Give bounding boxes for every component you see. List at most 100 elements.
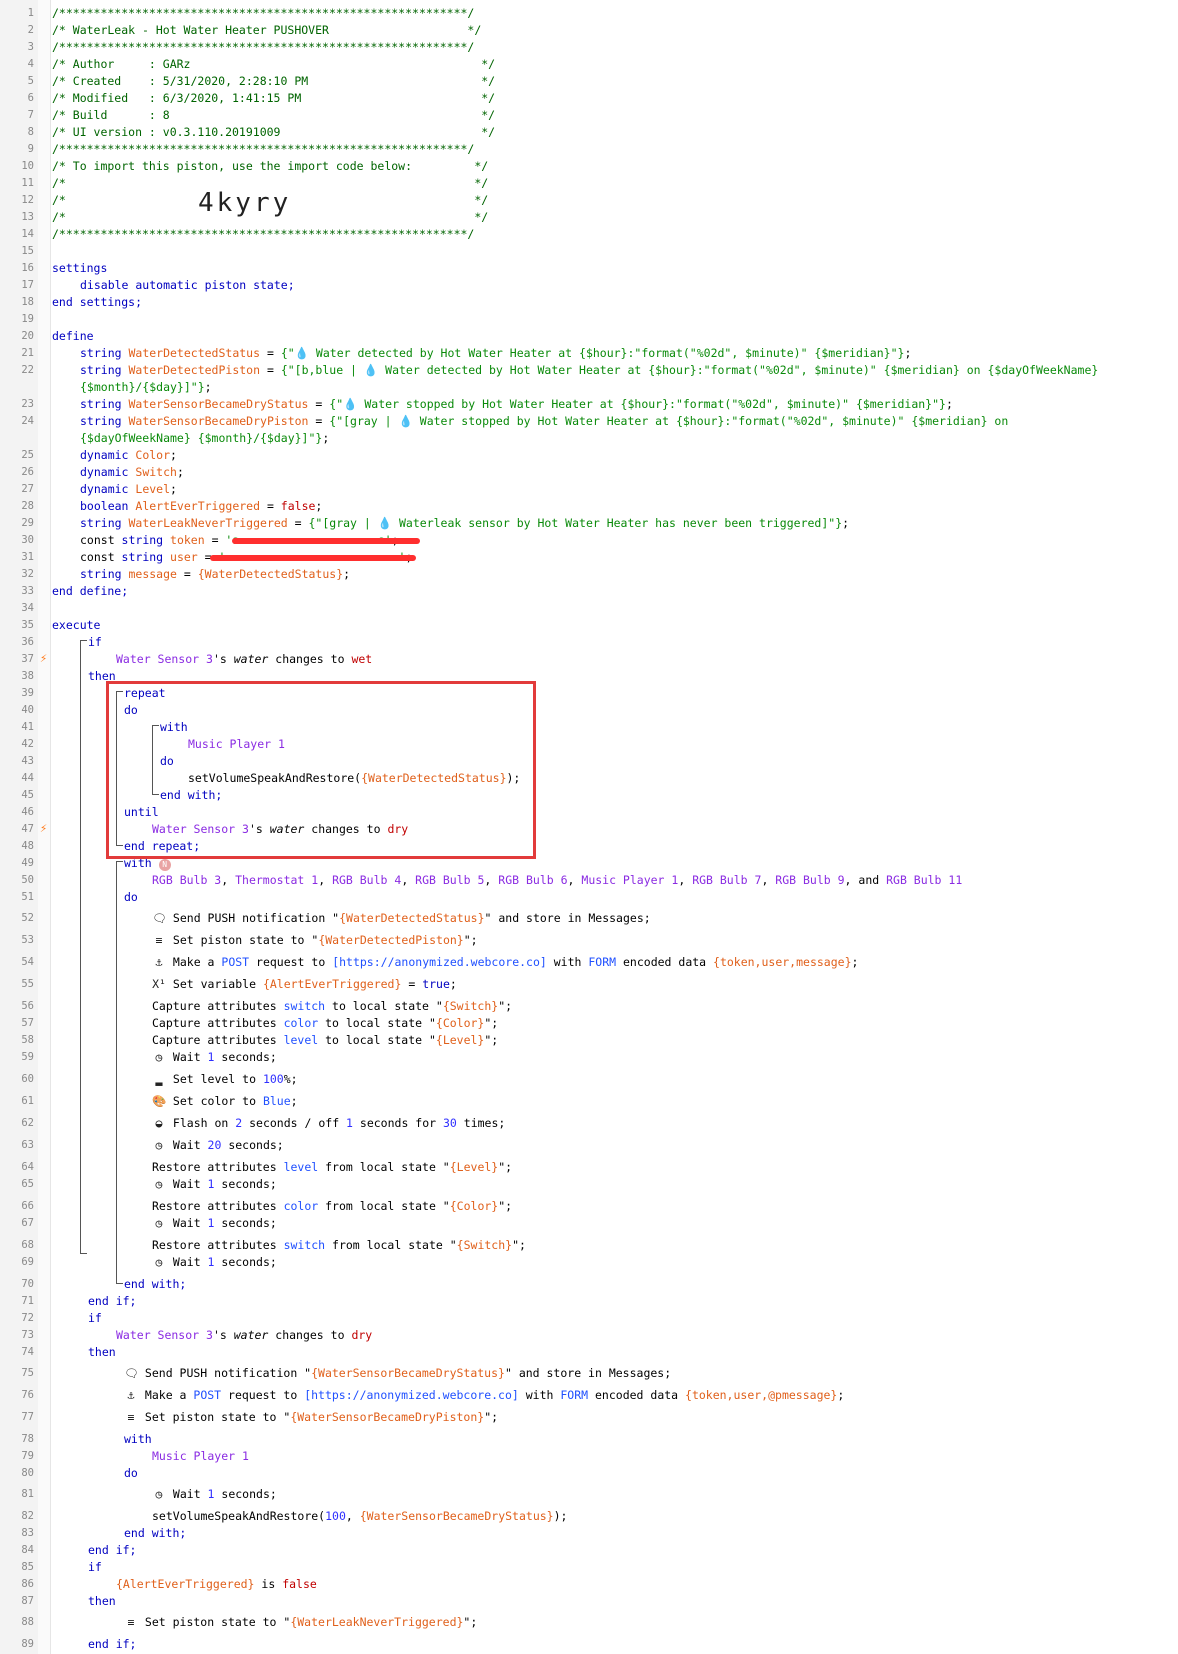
code-line: 🎨 Set color to Blue; <box>152 1094 298 1108</box>
line-number: 25 <box>21 449 34 461</box>
line-number: 49 <box>21 857 34 869</box>
line-number: 26 <box>21 466 34 478</box>
line-number: 65 <box>21 1178 34 1190</box>
line-number: 24 <box>21 415 34 427</box>
code-line: Water Sensor 3's water changes to wet <box>116 652 373 666</box>
line-number: 47 <box>21 823 34 835</box>
line-number: 22 <box>21 364 34 376</box>
redaction-mark <box>232 538 420 544</box>
line-number: 40 <box>21 704 34 716</box>
code-line: if <box>88 1311 102 1325</box>
code-line: ⚓ Make a POST request to [https://anonym… <box>155 955 859 969</box>
code-line: ≡ Set piston state to "{WaterDetectedPis… <box>155 933 478 947</box>
code-line: Capture attributes switch to local state… <box>152 999 513 1013</box>
code-line: then <box>88 1594 116 1608</box>
code-line: end define; <box>52 584 129 598</box>
line-number: 50 <box>21 874 34 886</box>
line-number: 62 <box>21 1117 34 1129</box>
line-number: 57 <box>21 1017 34 1029</box>
line-number: 71 <box>21 1295 34 1307</box>
line-number: 44 <box>21 772 34 784</box>
line-number: 18 <box>21 296 34 308</box>
line-number: 3 <box>27 41 34 53</box>
line-number: 17 <box>21 279 34 291</box>
code-line: Restore attributes color from local stat… <box>152 1199 513 1213</box>
block-bracket <box>80 640 87 1254</box>
line-number: 55 <box>21 978 34 990</box>
code-line: ≡ Set piston state to "{WaterSensorBecam… <box>127 1410 499 1424</box>
code-line: if <box>88 1560 102 1574</box>
code-line: ◷ Wait 1 seconds; <box>155 1177 277 1191</box>
comment-line: /* Build : 8 */ <box>52 108 496 122</box>
line-number: 43 <box>21 755 34 767</box>
line-number: 37 <box>21 653 34 665</box>
line-number: 79 <box>21 1450 34 1462</box>
code-line: end if; <box>88 1637 137 1651</box>
line-number: 12 <box>21 194 34 206</box>
line-number: 73 <box>21 1329 34 1341</box>
code-line: setVolumeSpeakAndRestore(100, {WaterSens… <box>152 1509 568 1523</box>
comment-line: /* WaterLeak - Hot Water Heater PUSHOVER… <box>52 23 482 37</box>
code-line: with <box>124 1432 152 1446</box>
line-number: 80 <box>21 1467 34 1479</box>
code-line: 🗨 Send PUSH notification "{WaterDetected… <box>152 911 651 925</box>
code-line: Capture attributes color to local state … <box>152 1016 499 1030</box>
line-number: 1 <box>27 7 34 19</box>
line-number: 13 <box>21 211 34 223</box>
code-line: boolean AlertEverTriggered = false; <box>80 499 323 513</box>
line-number: 56 <box>21 1000 34 1012</box>
line-number: 54 <box>21 956 34 968</box>
comment-line: /* Modified : 6/3/2020, 1:41:15 PM */ <box>52 91 496 105</box>
code-line: string WaterDetectedStatus = {"💧 Water d… <box>80 346 912 360</box>
trigger-bolt-icon: ⚡ <box>40 651 48 665</box>
line-number: 31 <box>21 551 34 563</box>
line-number: 69 <box>21 1256 34 1268</box>
line-number: 27 <box>21 483 34 495</box>
line-number: 33 <box>21 585 34 597</box>
code-line: string WaterLeakNeverTriggered = {"[gray… <box>80 516 850 530</box>
line-number: 28 <box>21 500 34 512</box>
code-line: string WaterDetectedPiston = {"[b,blue |… <box>80 363 1099 377</box>
line-number: 84 <box>21 1544 34 1556</box>
line-number: 59 <box>21 1051 34 1063</box>
code-line: Capture attributes level to local state … <box>152 1033 499 1047</box>
code-line: if <box>88 635 102 649</box>
line-number: 74 <box>21 1346 34 1358</box>
code-line: dynamic Level; <box>80 482 177 496</box>
code-line: end settings; <box>52 295 143 309</box>
comment-line: /***************************************… <box>52 6 475 20</box>
highlight-box <box>106 681 536 859</box>
block-bracket <box>116 861 123 1284</box>
code-line: do <box>124 1466 138 1480</box>
line-number: 86 <box>21 1578 34 1590</box>
line-number: 53 <box>21 934 34 946</box>
code-line: end with; <box>124 1526 187 1540</box>
line-number: 70 <box>21 1278 34 1290</box>
line-number: 34 <box>21 602 34 614</box>
line-number: 45 <box>21 789 34 801</box>
line-number: 11 <box>21 177 34 189</box>
line-number: 64 <box>21 1161 34 1173</box>
line-number: 61 <box>21 1095 34 1107</box>
line-number: 19 <box>21 313 34 325</box>
line-number: 42 <box>21 738 34 750</box>
line-number: 66 <box>21 1200 34 1212</box>
line-number: 36 <box>21 636 34 648</box>
code-line: settings <box>52 261 108 275</box>
line-number: 58 <box>21 1034 34 1046</box>
code-line: end with; <box>124 1277 187 1291</box>
line-number: 6 <box>27 92 34 104</box>
code-line: end if; <box>88 1543 137 1557</box>
comment-line: /* Author : GARz */ <box>52 57 496 71</box>
line-number: 48 <box>21 840 34 852</box>
line-number: 29 <box>21 517 34 529</box>
line-number: 4 <box>27 58 34 70</box>
code-line: disable automatic piston state; <box>80 278 295 292</box>
line-number: 85 <box>21 1561 34 1573</box>
code-line: ▂ Set level to 100%; <box>155 1072 298 1086</box>
comment-line: /***************************************… <box>52 227 475 241</box>
line-number: 51 <box>21 891 34 903</box>
line-number: 81 <box>21 1488 34 1500</box>
line-number: 30 <box>21 534 34 546</box>
code-line: define <box>52 329 94 343</box>
